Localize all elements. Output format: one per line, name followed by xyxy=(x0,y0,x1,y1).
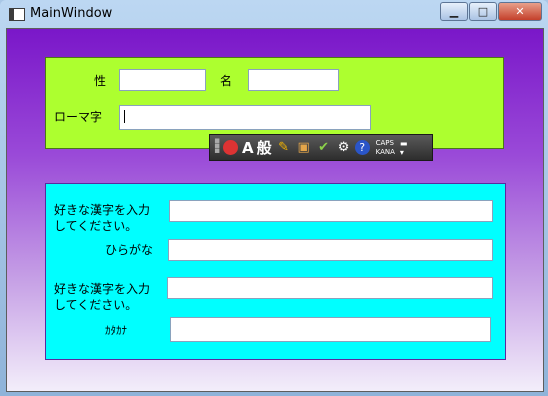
kanji1-input[interactable] xyxy=(169,200,493,222)
kanji1-label-line2: してください。 xyxy=(54,219,138,233)
help-icon[interactable]: ? xyxy=(354,140,370,155)
title-bar[interactable]: MainWindow ▁ □ ✕ xyxy=(0,0,548,28)
close-button[interactable]: ✕ xyxy=(498,2,542,21)
property-tool-icon[interactable]: ✔ xyxy=(315,139,333,157)
hiragana-label: ひらがな xyxy=(105,243,154,257)
minimize-icon: ▁ xyxy=(449,5,459,18)
katakana-input[interactable] xyxy=(170,317,491,342)
caps-indicator: CAPS xyxy=(375,138,394,147)
input-mode-indicator[interactable]: A xyxy=(242,139,254,157)
ime-language-bar[interactable]: ▪ ▪ ▪ A 般 ✎ ▣ ✔ ⚙ ? CAPS KANA ▬ ▾ xyxy=(209,134,433,161)
text-caret xyxy=(124,110,125,123)
ime-bar-menu[interactable]: ▬ ▾ xyxy=(400,139,408,157)
given-name-input[interactable] xyxy=(248,69,339,91)
kanji1-label-line1: 好きな漢字を入力 xyxy=(54,203,151,217)
romaji-label: ローマ字 xyxy=(54,110,103,124)
tools-icon[interactable]: ⚙ xyxy=(335,139,353,157)
client-area: 性 名 ローマ字 好きな漢字を入力 してください。 ひらがな 好きな漢字を入力 … xyxy=(6,28,544,392)
kanji2-label-line2: してください。 xyxy=(54,298,138,312)
reading-panel: 好きな漢字を入力 してください。 ひらがな 好きな漢字を入力 してください。 ｶ… xyxy=(45,183,506,360)
ime-logo-icon[interactable] xyxy=(223,140,238,155)
minimize-button[interactable]: ▁ xyxy=(440,2,468,21)
surname-label: 性 xyxy=(94,74,107,88)
conversion-mode-indicator[interactable]: 般 xyxy=(257,137,272,158)
grip-handle-icon[interactable]: ▪ ▪ ▪ xyxy=(214,137,220,156)
surname-input[interactable] xyxy=(119,69,206,91)
kanji2-label-line1: 好きな漢字を入力 xyxy=(54,282,151,296)
kanji2-input[interactable] xyxy=(167,277,493,299)
given-name-label: 名 xyxy=(220,74,233,88)
app-window-icon xyxy=(9,8,25,21)
lock-key-indicators: CAPS KANA xyxy=(376,139,395,157)
main-window: MainWindow ▁ □ ✕ 性 名 ローマ字 好きな漢字を入力 してくださ… xyxy=(0,0,548,396)
caption-buttons: ▁ □ ✕ xyxy=(439,2,542,21)
close-icon: ✕ xyxy=(515,5,525,18)
romaji-input[interactable] xyxy=(119,105,371,130)
options-arrow-icon[interactable]: ▾ xyxy=(400,148,408,157)
katakana-label: ｶﾀｶﾅ xyxy=(105,324,127,337)
maximize-icon: □ xyxy=(477,5,489,18)
kana-indicator: KANA xyxy=(375,147,395,156)
ime-pad-icon[interactable]: ✎ xyxy=(275,139,293,157)
hiragana-input[interactable] xyxy=(168,239,493,261)
dictionary-tool-icon[interactable]: ▣ xyxy=(295,139,313,157)
maximize-button[interactable]: □ xyxy=(469,2,497,21)
window-title: MainWindow xyxy=(30,6,113,21)
minimize-dash-icon[interactable]: ▬ xyxy=(400,139,408,148)
